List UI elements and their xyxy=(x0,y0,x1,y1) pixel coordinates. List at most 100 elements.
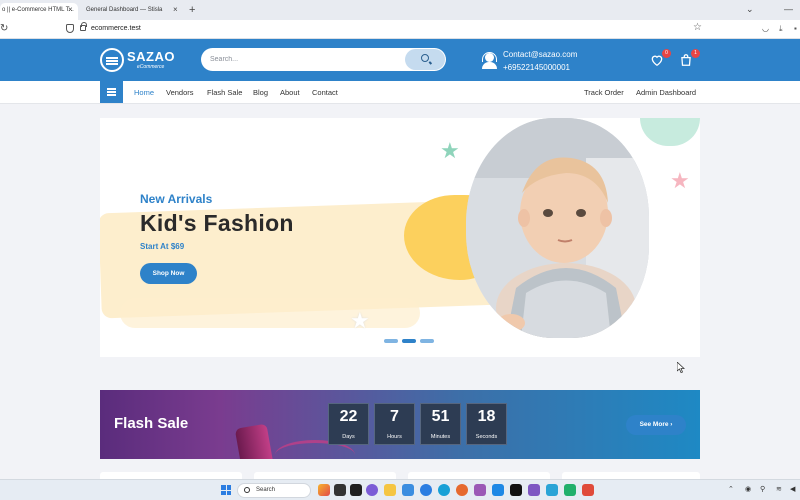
shop-now-button[interactable]: Shop Now xyxy=(140,263,197,284)
nav-admin-dashboard[interactable]: Admin Dashboard xyxy=(636,88,696,97)
hero-title: Kid's Fashion xyxy=(140,210,294,236)
logo-subtitle: eCommerce xyxy=(137,64,165,70)
search-icon xyxy=(244,487,250,493)
app-icon[interactable] xyxy=(334,484,346,496)
nav-home[interactable]: Home xyxy=(134,88,154,97)
extensions-icon[interactable]: ▪ xyxy=(794,24,797,33)
wifi-icon[interactable]: ≋ xyxy=(776,485,782,493)
flash-sale-banner: Flash Sale 22 Days 7 Hours 51 Minutes 18… xyxy=(100,390,700,459)
hamburger-menu-button[interactable] xyxy=(100,81,123,103)
app-icon[interactable] xyxy=(546,484,558,496)
countdown-value: 7 xyxy=(390,408,399,425)
star-decoration-icon: ★ xyxy=(350,308,370,333)
nav-flash-sale[interactable]: Flash Sale xyxy=(207,88,242,97)
site-header: SAZAO eCommerce Contact@sazao.com +69522… xyxy=(0,39,800,81)
countdown-minutes: 51 Minutes xyxy=(420,403,461,445)
contact-email[interactable]: Contact@sazao.com xyxy=(503,50,577,59)
wishlist-button[interactable]: 0 xyxy=(650,49,671,69)
countdown-hours: 7 Hours xyxy=(374,403,415,445)
slider-dot[interactable] xyxy=(384,339,398,343)
hero-baby-image xyxy=(466,118,649,338)
logo-icon[interactable] xyxy=(100,48,124,72)
cart-count-badge: 1 xyxy=(691,49,700,58)
firefox-icon[interactable] xyxy=(456,484,468,496)
chevron-up-icon[interactable]: ⌃ xyxy=(728,485,734,493)
taskbar-search[interactable]: Search xyxy=(237,483,311,498)
browser-tab-ecommerce[interactable]: o || e-Commerce HTML T... xyxy=(0,3,78,20)
countdown-value: 51 xyxy=(431,408,450,425)
file-explorer-icon[interactable] xyxy=(384,484,396,496)
nav-track-order[interactable]: Track Order xyxy=(584,88,624,97)
windows-start-icon[interactable] xyxy=(221,485,231,495)
nav-contact[interactable]: Contact xyxy=(312,88,338,97)
minimize-icon[interactable]: — xyxy=(784,4,793,14)
tab-title: General Dashboard — Stisla xyxy=(86,7,163,13)
nav-vendors[interactable]: Vendors xyxy=(166,88,194,97)
star-icon[interactable]: ☆ xyxy=(693,22,702,33)
browser-tab-bar: o || e-Commerce HTML T... × General Dash… xyxy=(0,0,800,20)
main-navigation: Home Vendors Flash Sale Blog About Conta… xyxy=(0,81,800,104)
browser-tab-dashboard[interactable]: General Dashboard — Stisla xyxy=(84,3,174,20)
app-icon[interactable] xyxy=(582,484,594,496)
windows-taskbar: Search ⌃ ◉ ⚲ ≋ ◀ xyxy=(0,479,800,500)
cart-button[interactable]: 1 xyxy=(679,49,700,69)
hero-kicker: New Arrivals xyxy=(140,192,213,206)
app-icon[interactable] xyxy=(350,484,362,496)
flash-sale-title: Flash Sale xyxy=(114,415,189,432)
countdown-label: Days xyxy=(342,434,355,440)
contact-phone[interactable]: +69522145000001 xyxy=(503,63,570,72)
address-bar: ↻ ecommerce.test ☆ ◡ ⤓ ▪ xyxy=(0,20,800,39)
search-input[interactable] xyxy=(210,48,400,71)
new-tab-button[interactable]: + xyxy=(189,3,195,17)
mouse-cursor-icon xyxy=(677,362,685,373)
star-decoration-icon: ★ xyxy=(440,138,460,163)
decorative-blob xyxy=(640,118,700,146)
url-field[interactable]: ecommerce.test xyxy=(91,25,141,32)
slider-dot[interactable] xyxy=(420,339,434,343)
taskbar-search-label: Search xyxy=(256,487,276,493)
edge-icon[interactable] xyxy=(438,484,450,496)
search-bar xyxy=(201,48,446,71)
slider-dot-active[interactable] xyxy=(402,339,416,343)
chevron-down-icon[interactable]: ⌄ xyxy=(746,4,754,15)
download-icon[interactable]: ⤓ xyxy=(779,24,783,34)
notion-icon[interactable] xyxy=(510,484,522,496)
countdown-label: Seconds xyxy=(475,434,498,440)
logo-name[interactable]: SAZAO xyxy=(127,49,175,64)
app-icon[interactable] xyxy=(420,484,432,496)
countdown-label: Minutes xyxy=(430,434,451,440)
countdown-value: 22 xyxy=(339,408,358,425)
nav-blog[interactable]: Blog xyxy=(253,88,268,97)
reload-icon[interactable]: ↻ xyxy=(0,23,8,34)
app-icon[interactable] xyxy=(402,484,414,496)
countdown-days: 22 Days xyxy=(328,403,369,445)
see-more-button[interactable]: See More › xyxy=(626,415,686,435)
nav-about[interactable]: About xyxy=(280,88,300,97)
network-icon[interactable]: ◉ xyxy=(745,485,751,493)
lock-icon[interactable] xyxy=(80,22,87,31)
microphone-icon[interactable]: ⚲ xyxy=(760,485,765,493)
countdown-value: 18 xyxy=(477,408,496,425)
search-button[interactable] xyxy=(405,49,445,70)
product-decoration xyxy=(234,423,274,459)
app-icon[interactable] xyxy=(564,484,576,496)
speaker-icon[interactable]: ◀ xyxy=(790,485,795,493)
app-icon[interactable] xyxy=(528,484,540,496)
close-icon[interactable]: × xyxy=(68,3,73,17)
hero-price: Start At $69 xyxy=(140,242,185,251)
hero-background-shape xyxy=(120,298,420,328)
countdown-label: Hours xyxy=(387,434,402,440)
star-decoration-icon: ★ xyxy=(670,168,690,193)
app-icon[interactable] xyxy=(474,484,486,496)
app-icon[interactable] xyxy=(318,484,330,496)
vscode-icon[interactable] xyxy=(492,484,504,496)
app-icon[interactable] xyxy=(366,484,378,496)
close-icon[interactable]: × xyxy=(173,3,178,17)
support-headset-icon xyxy=(481,51,498,69)
shield-icon[interactable] xyxy=(66,24,74,33)
countdown-seconds: 18 Seconds xyxy=(466,403,507,445)
pocket-icon[interactable]: ◡ xyxy=(762,24,769,33)
tab-title: o || e-Commerce HTML T... xyxy=(2,7,74,13)
hero-slider: ★ ★ ★ New Arrivals Kid's Fashion Start A… xyxy=(100,118,700,357)
wishlist-count-badge: 0 xyxy=(662,49,671,58)
